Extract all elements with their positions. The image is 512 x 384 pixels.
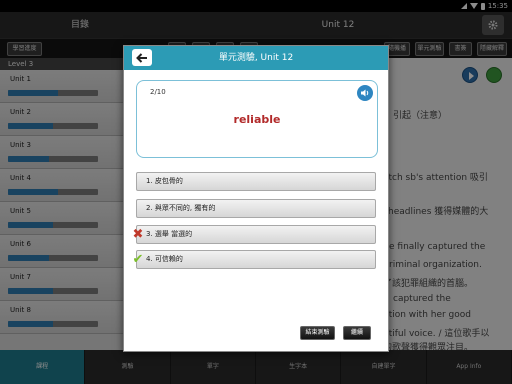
answer-option-2[interactable]: 2. 與眾不同的, 獨有的 [136, 199, 376, 218]
question-counter: 2/10 [150, 88, 166, 96]
dialog-header: 單元測驗, Unit 12 [124, 46, 388, 70]
unit-test-dialog: 單元測驗, Unit 12 2/10 reliable 1. 皮包骨的 2. 與… [123, 45, 389, 352]
question-word: reliable [233, 113, 281, 126]
pronounce-button[interactable] [357, 85, 373, 101]
speaker-icon [361, 89, 369, 97]
answer-option-4[interactable]: 4. 可信賴的 [136, 250, 376, 269]
check-icon: ✔ [132, 252, 144, 267]
continue-button[interactable]: 繼續 [343, 326, 371, 340]
end-test-button[interactable]: 結束測驗 [300, 326, 335, 340]
wrong-icon: ✖ [132, 227, 144, 242]
answer-option-1[interactable]: 1. 皮包骨的 [136, 172, 376, 191]
question-card: 2/10 reliable [136, 80, 378, 158]
back-button[interactable] [132, 49, 152, 66]
answer-option-3[interactable]: 3. 選舉 當選的 [136, 225, 376, 244]
dialog-title: 單元測驗, Unit 12 [218, 53, 294, 63]
arrow-left-icon [136, 52, 147, 63]
